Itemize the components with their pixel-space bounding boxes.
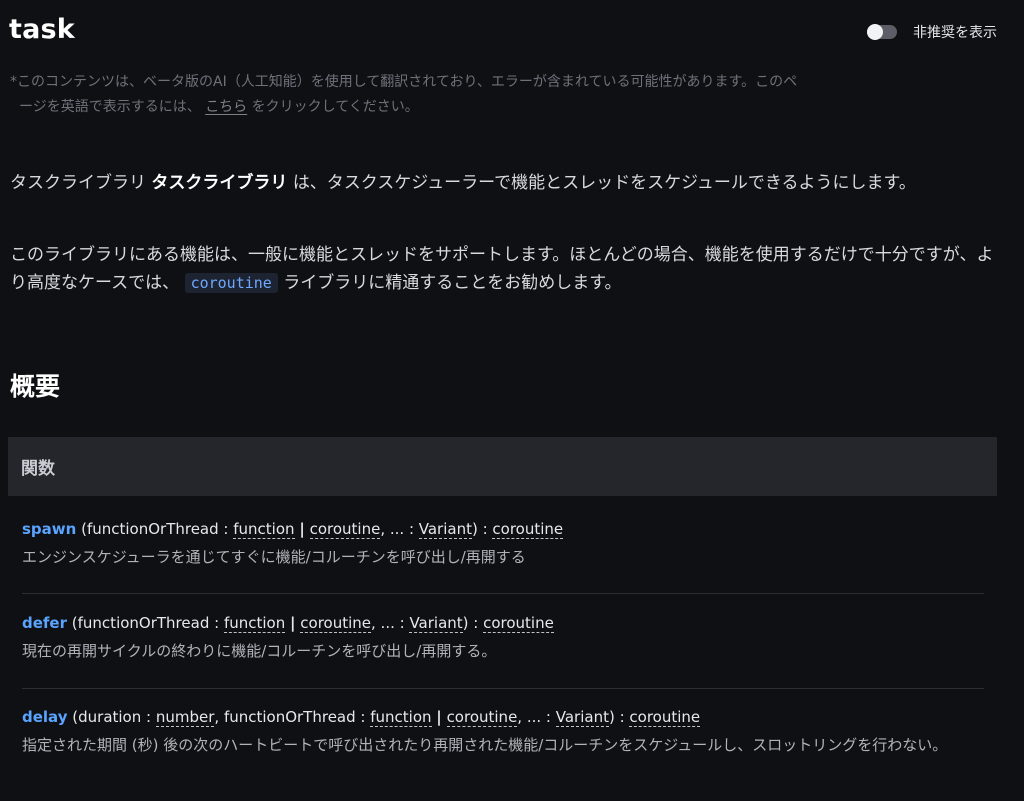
show-deprecated-control: 非推奨を表示 [867,22,997,42]
type-link[interactable]: Variant [555,708,609,727]
return-type-link[interactable]: coroutine [629,708,701,727]
function-name-link[interactable]: defer [22,614,67,632]
varargs: ... [526,708,542,726]
type-link[interactable]: coroutine [446,708,518,727]
translation-notice-prefix: ージを英語で表示するには、 [19,99,201,115]
function-signature: spawn (functionOrThread : function | cor… [22,520,564,539]
function-description: 現在の再開サイクルの終わりに機能/コルーチンを呼び出し/再開する。 [22,642,497,660]
varargs: ... [380,614,395,632]
type-link[interactable]: function [233,520,295,539]
return-type-link[interactable]: coroutine [483,614,554,633]
translation-notice-line1: *このコンテンツは、ベータ版のAI（人工知能）を使用して翻訳されており、エラーが… [10,74,798,90]
function-description: エンジンスケジューラを通じてすぐに機能/コルーチンを呼び出し/再開する [22,548,526,566]
divider [22,688,984,689]
varargs: ... [389,520,405,538]
type-link[interactable]: Variant [409,614,463,633]
function-entry-spawn: spawn (functionOrThread : function | cor… [22,516,992,572]
translation-notice: *このコンテンツは、ベータ版のAI（人工知能）を使用して翻訳されており、エラーが… [10,70,1000,120]
intro-p2-suffix: ライブラリに精通することをお勧めします。 [283,273,622,293]
intro-paragraph-2: このライブラリにある機能は、一般に機能とスレッドをサポートします。ほとんどの場合… [10,241,1000,297]
function-entry-defer: defer (functionOrThread : function | cor… [22,610,992,666]
function-entry-delay: delay (duration : number, functionOrThre… [22,704,992,760]
intro-paragraph-1: タスクライブラリ タスクライブラリ は、タスクスケジューラーで機能とスレッドをス… [10,169,1000,197]
return-type-link[interactable]: coroutine [492,520,564,539]
page: task 非推奨を表示 *このコンテンツは、ベータ版のAI（人工知能）を使用して… [0,0,1024,801]
type-link[interactable]: coroutine [309,520,381,539]
english-version-link[interactable]: こちら [205,99,247,115]
page-title: task [9,14,75,45]
show-deprecated-toggle[interactable] [867,24,897,40]
divider [22,593,984,594]
function-signature: delay (duration : number, functionOrThre… [22,708,701,727]
coroutine-code-link[interactable]: coroutine [184,273,278,293]
intro-p1-bold: タスクライブラリ [151,173,288,193]
function-description: 指定された期間 (秒) 後の次のハートビートで呼び出されたり再開された機能/コル… [22,736,948,754]
functions-table-header: 関数 [8,437,997,496]
param-name: duration [78,708,142,726]
functions-table-header-label: 関数 [21,459,55,479]
type-link[interactable]: coroutine [300,614,371,633]
type-link[interactable]: function [223,614,286,633]
type-link[interactable]: number [155,708,215,727]
function-name-link[interactable]: spawn [22,520,76,538]
param-name: functionOrThread [223,708,356,726]
intro-p1-suffix: は、タスクスケジューラーで機能とスレッドをスケジュールできるようにします。 [292,173,916,193]
toggle-knob [867,24,883,40]
translation-notice-line2: ージを英語で表示するには、 こちら をクリックしてください。 [10,95,1000,120]
param-name: functionOrThread [77,614,210,632]
function-signature: defer (functionOrThread : function | cor… [22,614,554,633]
param-name: functionOrThread [86,520,219,538]
type-link[interactable]: function [370,708,432,727]
intro-p1-prefix: タスクライブラリ [10,173,146,193]
show-deprecated-label[interactable]: 非推奨を表示 [913,22,997,42]
summary-heading: 概要 [10,372,61,401]
translation-notice-suffix: をクリックしてください。 [251,99,419,115]
type-link[interactable]: Variant [418,520,472,539]
function-name-link[interactable]: delay [22,708,68,726]
